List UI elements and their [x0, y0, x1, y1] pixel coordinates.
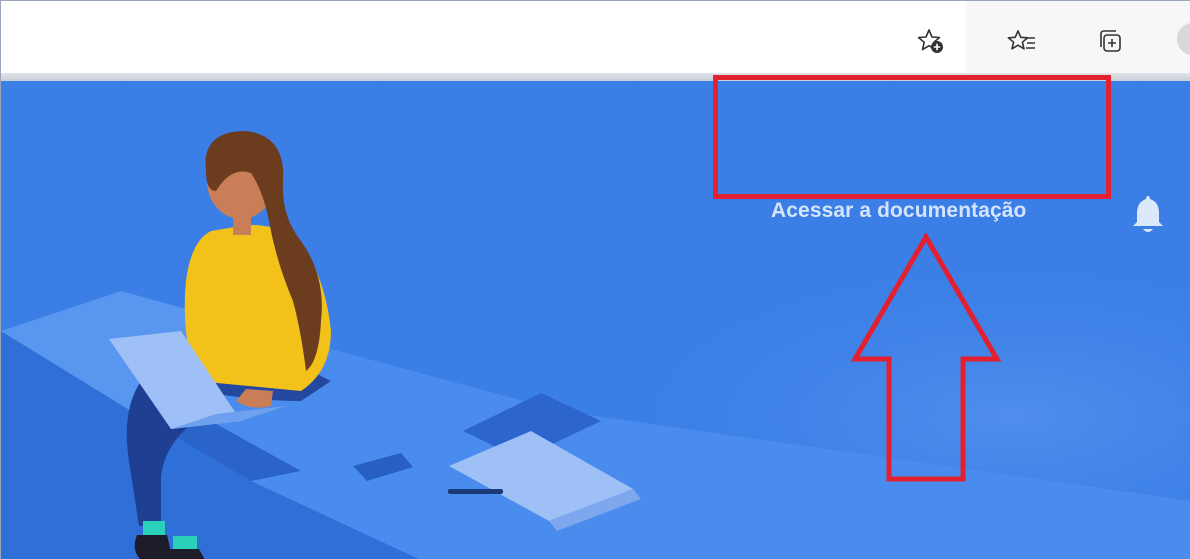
address-bar-area[interactable] [1, 1, 966, 79]
add-favorite-button[interactable] [913, 23, 949, 59]
browser-toolbar [1, 1, 1190, 81]
screenshot-frame: Acessar a documentação [0, 0, 1190, 559]
favorites-button[interactable] [1004, 23, 1040, 59]
collections-icon [1100, 30, 1121, 52]
bell-icon[interactable] [1130, 193, 1166, 235]
highlight-box [713, 75, 1111, 199]
star-plus-icon [917, 29, 943, 53]
collections-button[interactable] [1092, 23, 1128, 59]
toolbar-actions [966, 1, 1190, 79]
docs-link[interactable]: Acessar a documentação [771, 199, 1026, 223]
up-arrow-annotation [851, 233, 1001, 482]
star-list-icon [1007, 30, 1035, 50]
